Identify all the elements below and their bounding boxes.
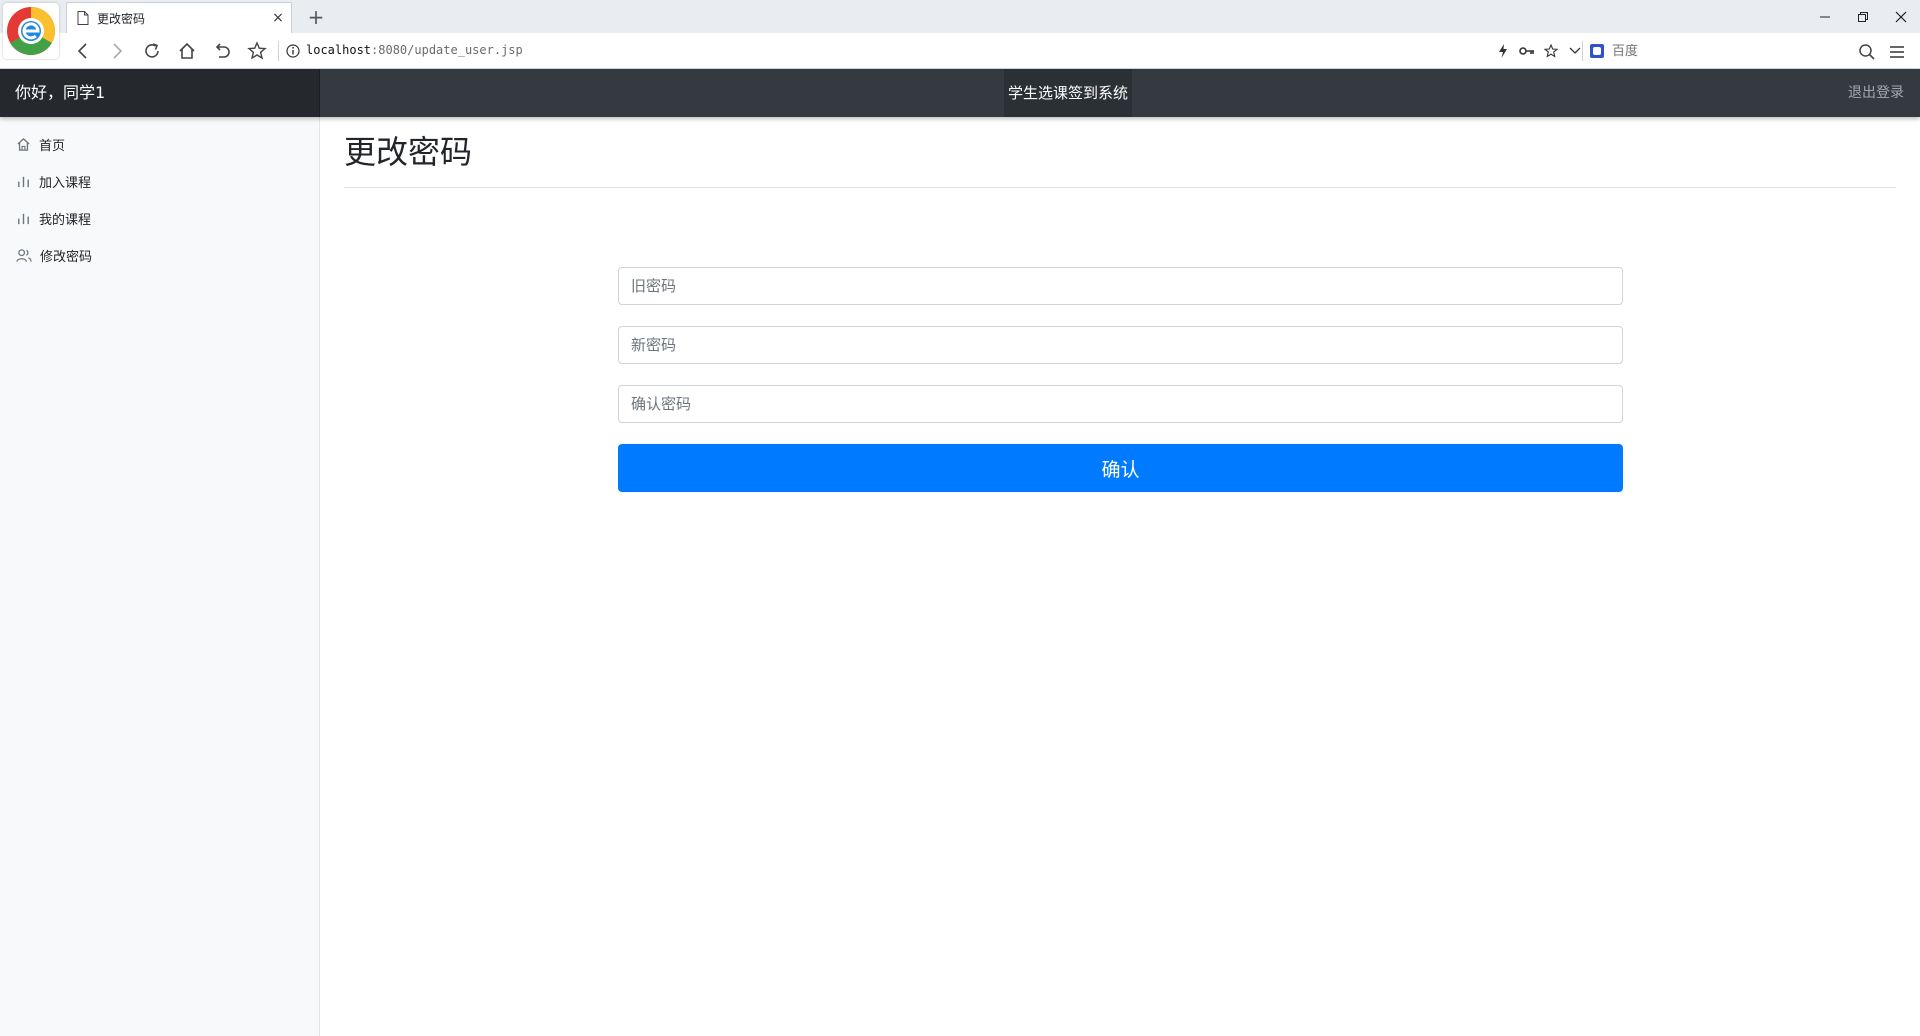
sidebar-item-join-course[interactable]: 加入课程	[16, 171, 91, 191]
back-button[interactable]	[70, 39, 96, 63]
undo-close-tab-button[interactable]	[209, 39, 235, 63]
address-separator	[278, 41, 279, 61]
confirm-password-field[interactable]	[618, 385, 1623, 423]
browser-logo	[3, 3, 59, 59]
minimize-icon	[1820, 16, 1830, 17]
tab-title: 更改密码	[97, 11, 146, 26]
restore-button[interactable]	[1844, 0, 1882, 33]
undo-icon	[215, 43, 230, 58]
search-icon[interactable]	[1858, 43, 1876, 61]
forward-icon	[113, 43, 123, 59]
lightning-icon	[1499, 44, 1507, 58]
bookmark-button[interactable]	[244, 39, 270, 63]
app-navbar: 你好，同学1 学生选课签到系统 退出登录	[0, 69, 1920, 117]
sidebar-item-label: 首页	[39, 138, 66, 154]
sidebar-item-change-password[interactable]: 修改密码	[16, 245, 92, 265]
tab-close-icon[interactable]: ×	[265, 10, 291, 26]
browser-logo-icon	[7, 6, 56, 56]
reload-button[interactable]	[139, 39, 165, 63]
title-divider	[344, 187, 1896, 188]
browser-titlebar: 更改密码 × +	[0, 0, 1920, 33]
close-window-button[interactable]	[1882, 0, 1920, 33]
page-title: 更改密码	[344, 133, 473, 171]
confirm-button[interactable]: 确认	[618, 444, 1623, 492]
close-icon	[1895, 11, 1907, 22]
home-button[interactable]	[174, 39, 200, 63]
hamburger-menu-icon[interactable]	[1888, 43, 1906, 61]
flash-button[interactable]	[1494, 41, 1512, 61]
users-icon	[16, 248, 32, 262]
baidu-paw-icon[interactable]	[1590, 44, 1604, 58]
document-icon	[77, 11, 89, 25]
reload-icon	[145, 43, 159, 58]
home-icon	[17, 137, 30, 151]
sidebar-item-home[interactable]: 首页	[16, 134, 65, 154]
back-icon	[77, 43, 87, 59]
new-password-field[interactable]	[618, 326, 1623, 364]
sidebar-item-my-courses[interactable]: 我的课程	[16, 208, 91, 228]
star-icon	[247, 41, 267, 60]
favorite-button[interactable]	[1542, 41, 1560, 61]
address-host: localhost	[306, 43, 372, 57]
new-tab-button[interactable]: +	[304, 4, 328, 30]
browser-tab[interactable]: 更改密码 ×	[66, 2, 292, 33]
search-input[interactable]	[1612, 41, 1842, 61]
address-bar-tools	[1494, 41, 1584, 61]
forward-button[interactable]	[104, 39, 130, 63]
search-separator	[1582, 41, 1583, 61]
browser-toolbar: localhost:8080/update_user.jsp	[0, 33, 1920, 69]
restore-icon	[1858, 11, 1868, 22]
system-title: 学生选课签到系统	[1004, 69, 1132, 117]
minimize-button[interactable]	[1806, 0, 1844, 33]
home-icon	[179, 42, 195, 59]
bar-chart-icon	[18, 213, 29, 224]
address-path: :8080/update_user.jsp	[371, 43, 523, 57]
user-greeting[interactable]: 你好，同学1	[0, 69, 320, 117]
address-bar[interactable]: localhost:8080/update_user.jsp	[306, 43, 523, 57]
old-password-field[interactable]	[618, 267, 1623, 305]
key-icon	[1519, 47, 1534, 55]
sidebar-item-label: 我的课程	[39, 212, 92, 228]
sidebar-item-label: 修改密码	[40, 249, 93, 265]
chevron-down-icon	[1569, 47, 1581, 54]
sidebar: 首页 加入课程 我的课程 修改密码	[0, 117, 320, 1036]
site-info-icon[interactable]	[286, 44, 300, 58]
password-key-button[interactable]	[1518, 41, 1536, 61]
star-outline-icon	[1544, 44, 1558, 58]
sidebar-item-label: 加入课程	[39, 175, 92, 191]
logout-link[interactable]: 退出登录	[1848, 69, 1904, 117]
bar-chart-icon	[18, 176, 29, 187]
window-controls	[1806, 0, 1920, 33]
